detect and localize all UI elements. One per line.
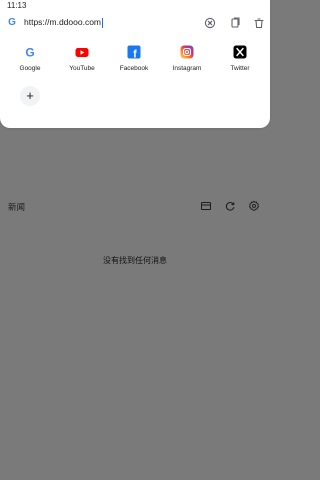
copy-icon[interactable] <box>228 16 242 30</box>
news-header: 新闻 <box>0 199 270 215</box>
news-title: 新闻 <box>8 202 26 212</box>
delete-icon[interactable] <box>252 16 266 30</box>
google-g-icon: G <box>8 17 16 28</box>
shortcut-facebook[interactable]: f Facebook <box>110 42 158 76</box>
x-icon <box>233 45 247 59</box>
clear-icon[interactable] <box>203 16 217 30</box>
add-shortcut-button[interactable]: + <box>20 86 40 106</box>
plus-icon: + <box>26 88 34 103</box>
youtube-icon <box>75 48 89 57</box>
status-time: 11:13 <box>7 1 27 10</box>
shortcut-label: Instagram <box>172 65 202 72</box>
svg-text:G: G <box>25 46 34 60</box>
shortcut-label: Twitter <box>230 65 250 72</box>
settings-icon[interactable] <box>248 200 260 212</box>
url-suggestion-panel: G https://m.ddooo.com G Google YouTube f… <box>0 0 270 128</box>
shortcut-twitter[interactable]: Twitter <box>216 42 264 76</box>
shortcut-google[interactable]: G Google <box>6 42 54 76</box>
url-input[interactable]: https://m.ddooo.com <box>24 17 104 28</box>
text-cursor <box>102 17 104 28</box>
card-layout-icon[interactable] <box>200 200 212 212</box>
refresh-icon[interactable] <box>224 200 236 212</box>
google-icon: G <box>25 46 34 60</box>
svg-text:f: f <box>133 49 137 60</box>
facebook-icon: f <box>127 45 141 60</box>
url-bar[interactable]: G https://m.ddooo.com <box>0 14 270 34</box>
instagram-icon <box>180 45 194 59</box>
status-bar: 11:13 <box>0 0 270 14</box>
shortcut-label: Google <box>19 65 41 72</box>
shortcut-grid: G Google YouTube f Facebook Instagram Tw… <box>0 42 270 82</box>
shortcut-label: YouTube <box>69 65 95 72</box>
url-value: https://m.ddooo.com <box>24 17 102 27</box>
shortcut-label: Facebook <box>119 65 149 72</box>
shortcut-instagram[interactable]: Instagram <box>163 42 211 76</box>
shortcut-youtube[interactable]: YouTube <box>58 42 106 76</box>
empty-news-message: 没有找到任何消息 <box>103 256 167 265</box>
